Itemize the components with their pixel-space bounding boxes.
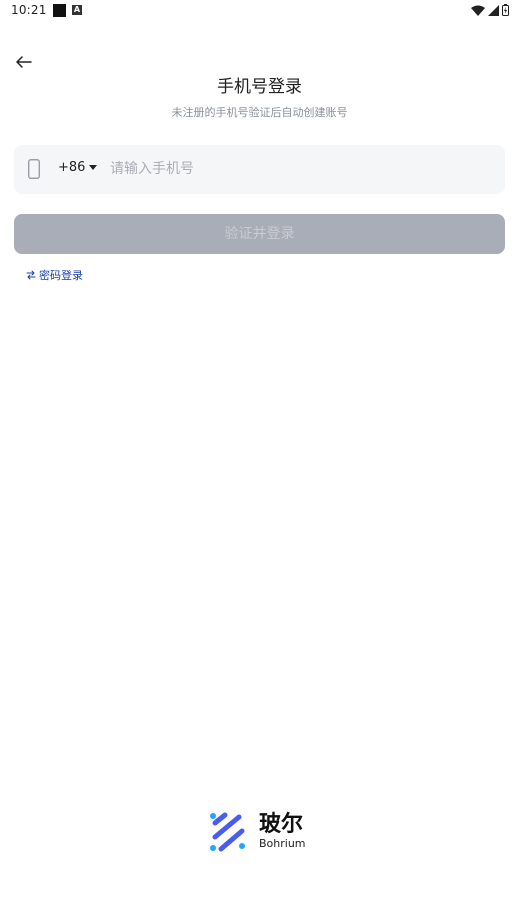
phone-icon [28,159,40,179]
a-badge-icon: A [72,5,82,15]
brand-logo: 玻尔 Bohrium [209,812,306,852]
brand-name-en: Bohrium [259,837,306,850]
country-code-selector[interactable]: +86 [58,160,98,175]
battery-icon [502,4,509,16]
phone-number-input[interactable] [110,157,490,181]
wifi-icon [471,5,485,16]
bohrium-logo-icon [210,812,245,852]
page-subtitle: 未注册的手机号验证后自动创建账号 [171,106,348,119]
verify-login-button[interactable]: 验证并登录 [14,214,505,254]
brand-name-cn: 玻尔 [259,812,304,837]
status-time: 10:21 [11,3,47,17]
swap-icon [26,270,36,280]
back-arrow-icon[interactable] [14,52,34,72]
brand-text: 玻尔 Bohrium [259,813,306,851]
status-icons [471,4,509,16]
country-code-label: +86 [58,160,86,175]
notification-square-icon [53,4,66,17]
caret-down-icon [89,165,98,170]
phone-input-box: +86 [14,145,505,194]
password-login-label: 密码登录 [39,269,83,282]
status-bar: 10:21 A [0,0,519,22]
signal-icon [488,4,499,16]
page-title: 手机号登录 [217,77,302,97]
password-login-link[interactable]: 密码登录 [26,267,83,283]
